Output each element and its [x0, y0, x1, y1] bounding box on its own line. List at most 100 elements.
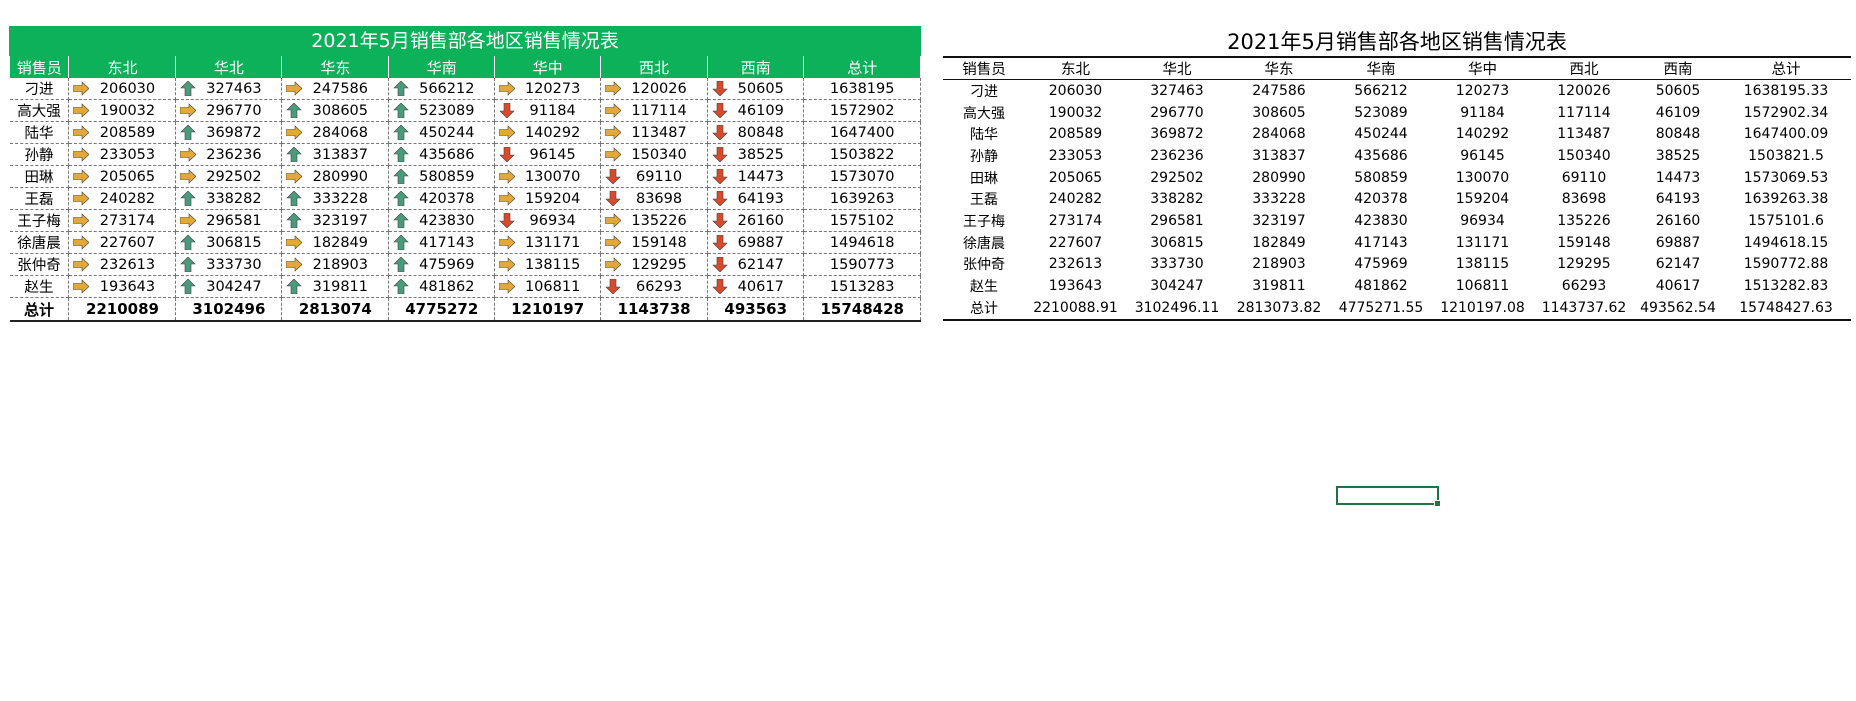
sum-cell[interactable]: 2813074	[281, 297, 390, 322]
header-cell[interactable]: 华南	[388, 56, 496, 78]
row-total-cell[interactable]: 1639263	[803, 187, 921, 210]
sum-cell[interactable]: 493562.54	[1635, 296, 1721, 321]
value-cell[interactable]: 208589	[1025, 123, 1126, 145]
value-cell[interactable]: 38525	[707, 143, 805, 166]
header-cell[interactable]: 西南	[1635, 56, 1721, 80]
value-cell[interactable]: 1573069.53	[1721, 167, 1851, 189]
value-cell[interactable]: 83698	[1533, 188, 1635, 210]
value-cell[interactable]: 308605	[1228, 102, 1330, 124]
sum-cell[interactable]: 3102496	[175, 297, 283, 322]
salesperson-cell[interactable]: 孙静	[9, 143, 70, 166]
value-cell[interactable]: 159204	[1432, 188, 1533, 210]
header-cell[interactable]: 总计	[1721, 56, 1851, 80]
value-cell[interactable]: 106811	[494, 275, 602, 298]
value-cell[interactable]: 292502	[175, 165, 283, 188]
value-cell[interactable]: 227607	[1025, 232, 1126, 254]
value-cell[interactable]: 91184	[1432, 102, 1533, 124]
value-cell[interactable]: 159204	[494, 187, 602, 210]
sum-cell[interactable]: 4775271.55	[1330, 296, 1432, 321]
value-cell[interactable]: 296770	[1126, 102, 1228, 124]
sum-cell[interactable]: 1143738	[600, 297, 709, 322]
salesperson-cell[interactable]: 赵生	[943, 275, 1025, 297]
value-cell[interactable]: 566212	[388, 78, 496, 100]
row-total-cell[interactable]: 1573070	[803, 165, 921, 188]
value-cell[interactable]: 273174	[1025, 210, 1126, 232]
sum-cell[interactable]: 3102496.11	[1126, 296, 1228, 321]
value-cell[interactable]: 304247	[175, 275, 283, 298]
value-cell[interactable]: 120273	[1432, 80, 1533, 102]
header-cell[interactable]: 华北	[1126, 56, 1228, 80]
value-cell[interactable]: 140292	[494, 121, 602, 144]
row-total-cell[interactable]: 1572902	[803, 99, 921, 122]
value-cell[interactable]: 129295	[1533, 254, 1635, 276]
header-cell[interactable]: 东北	[1025, 56, 1126, 80]
value-cell[interactable]: 475969	[1330, 254, 1432, 276]
value-cell[interactable]: 208589	[68, 121, 177, 144]
value-cell[interactable]: 423830	[1330, 210, 1432, 232]
value-cell[interactable]: 319811	[281, 275, 390, 298]
value-cell[interactable]: 240282	[1025, 188, 1126, 210]
salesperson-cell[interactable]: 张仲奇	[943, 254, 1025, 276]
value-cell[interactable]: 420378	[1330, 188, 1432, 210]
header-cell[interactable]: 东北	[68, 56, 177, 78]
value-cell[interactable]: 296770	[175, 99, 283, 122]
value-cell[interactable]: 435686	[1330, 145, 1432, 167]
sum-cell[interactable]: 15748427.63	[1721, 296, 1851, 321]
header-cell[interactable]: 华东	[281, 56, 390, 78]
value-cell[interactable]: 190032	[1025, 102, 1126, 124]
value-cell[interactable]: 62147	[1635, 254, 1721, 276]
value-cell[interactable]: 369872	[175, 121, 283, 144]
value-cell[interactable]: 131171	[494, 231, 602, 254]
value-cell[interactable]: 120026	[600, 78, 709, 100]
value-cell[interactable]: 284068	[281, 121, 390, 144]
value-cell[interactable]: 280990	[1228, 167, 1330, 189]
value-cell[interactable]: 306815	[1126, 232, 1228, 254]
value-cell[interactable]: 138115	[1432, 254, 1533, 276]
value-cell[interactable]: 280990	[281, 165, 390, 188]
salesperson-cell[interactable]: 刁进	[9, 78, 70, 100]
formatted-table-title[interactable]: 2021年5月销售部各地区销售情况表	[9, 26, 921, 56]
value-cell[interactable]: 1572902.34	[1721, 102, 1851, 124]
header-cell[interactable]: 西北	[600, 56, 709, 78]
value-cell[interactable]: 296581	[1126, 210, 1228, 232]
value-cell[interactable]: 46109	[1635, 102, 1721, 124]
value-cell[interactable]: 69110	[1533, 167, 1635, 189]
salesperson-cell[interactable]: 张仲奇	[9, 253, 70, 276]
value-cell[interactable]: 273174	[68, 209, 177, 232]
value-cell[interactable]: 80848	[1635, 123, 1721, 145]
value-cell[interactable]: 206030	[1025, 80, 1126, 102]
value-cell[interactable]: 240282	[68, 187, 177, 210]
value-cell[interactable]: 38525	[1635, 145, 1721, 167]
value-cell[interactable]: 1503821.5	[1721, 145, 1851, 167]
row-total-cell[interactable]: 1590773	[803, 253, 921, 276]
salesperson-cell[interactable]: 陆华	[9, 121, 70, 144]
value-cell[interactable]: 333730	[1126, 254, 1228, 276]
selected-cell[interactable]	[1336, 486, 1441, 507]
value-cell[interactable]: 138115	[494, 253, 602, 276]
sum-cell[interactable]: 总计	[9, 297, 70, 322]
value-cell[interactable]: 117114	[600, 99, 709, 122]
value-cell[interactable]: 580859	[1330, 167, 1432, 189]
sum-cell[interactable]: 1210197	[494, 297, 602, 322]
value-cell[interactable]: 232613	[68, 253, 177, 276]
value-cell[interactable]: 218903	[281, 253, 390, 276]
value-cell[interactable]: 91184	[494, 99, 602, 122]
value-cell[interactable]: 96145	[1432, 145, 1533, 167]
value-cell[interactable]: 313837	[281, 143, 390, 166]
sum-cell[interactable]: 2210089	[68, 297, 177, 322]
value-cell[interactable]: 435686	[388, 143, 496, 166]
row-total-cell[interactable]: 1503822	[803, 143, 921, 166]
value-cell[interactable]: 69110	[600, 165, 709, 188]
value-cell[interactable]: 1494618.15	[1721, 232, 1851, 254]
sum-cell[interactable]: 1143737.62	[1533, 296, 1635, 321]
value-cell[interactable]: 69887	[707, 231, 805, 254]
value-cell[interactable]: 323197	[281, 209, 390, 232]
value-cell[interactable]: 1638195.33	[1721, 80, 1851, 102]
value-cell[interactable]: 333730	[175, 253, 283, 276]
value-cell[interactable]: 140292	[1432, 123, 1533, 145]
value-cell[interactable]: 450244	[388, 121, 496, 144]
value-cell[interactable]: 232613	[1025, 254, 1126, 276]
value-cell[interactable]: 566212	[1330, 80, 1432, 102]
header-cell[interactable]: 华东	[1228, 56, 1330, 80]
header-cell[interactable]: 华南	[1330, 56, 1432, 80]
